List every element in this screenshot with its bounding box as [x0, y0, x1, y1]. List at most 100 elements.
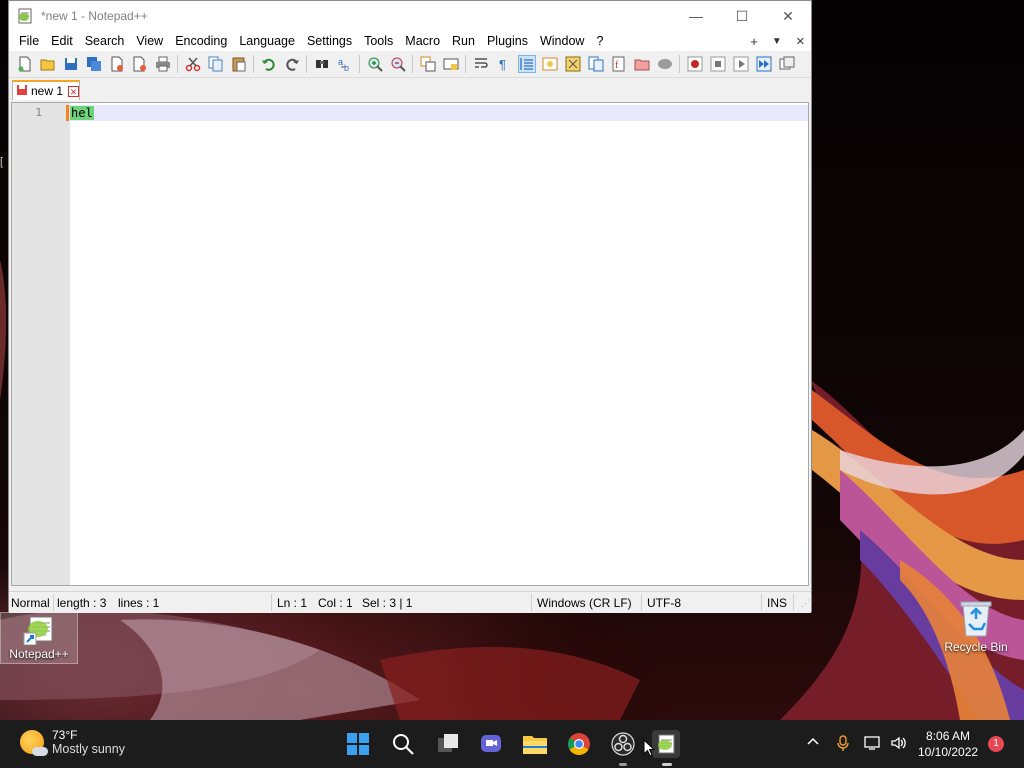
window-title: *new 1 - Notepad++ — [41, 9, 148, 23]
clock-time: 8:06 AM — [926, 729, 971, 743]
menu-tools[interactable]: Tools — [358, 34, 399, 48]
menu-encoding[interactable]: Encoding — [169, 34, 233, 48]
close-document-button[interactable]: ✕ — [796, 35, 805, 48]
tab-close-icon[interactable]: ✕ — [68, 85, 80, 97]
mouse-cursor-icon — [643, 738, 656, 760]
menu-language[interactable]: Language — [233, 34, 301, 48]
tab-label: new 1 — [31, 84, 64, 98]
status-col: Col : 1 — [318, 596, 353, 610]
file-explorer-icon[interactable] — [521, 730, 549, 758]
document-list-icon[interactable] — [587, 55, 605, 73]
status-separator — [531, 594, 532, 611]
network-icon[interactable] — [864, 735, 882, 754]
menu-edit[interactable]: Edit — [45, 34, 79, 48]
macro-save-icon[interactable] — [778, 55, 796, 73]
menu-file[interactable]: File — [13, 34, 45, 48]
show-hidden-icons-chevron-icon[interactable] — [806, 735, 820, 752]
minimize-button[interactable]: — — [673, 1, 719, 31]
sync-horizontal-icon[interactable] — [442, 55, 460, 73]
editor-text-selected[interactable]: hel — [70, 106, 94, 120]
tab-list-dropdown-button[interactable]: ▼ — [772, 36, 782, 47]
recycle-bin-icon — [959, 598, 993, 638]
save-all-icon[interactable] — [85, 55, 103, 73]
task-view-icon[interactable] — [434, 730, 462, 758]
folder-as-workspace-icon[interactable] — [633, 55, 651, 73]
recycle-bin-label: Recycle Bin — [944, 640, 1008, 654]
notepadpp-app-icon — [17, 8, 33, 24]
notepadpp-taskbar-icon[interactable] — [652, 730, 680, 758]
notepadpp-shortcut-label: Notepad++ — [9, 647, 69, 661]
print-icon[interactable] — [154, 55, 172, 73]
obs-running-indicator — [619, 763, 627, 766]
menu-settings[interactable]: Settings — [301, 34, 358, 48]
tab-new-1[interactable]: new 1 ✕ — [12, 80, 80, 100]
weather-widget[interactable]: 73°F Mostly sunny — [20, 728, 125, 756]
status-eol: Windows (CR LF) — [537, 596, 632, 610]
undo-icon[interactable] — [260, 55, 278, 73]
unsaved-file-icon — [16, 84, 28, 99]
notepadpp-window: *new 1 - Notepad++ — ☐ ✕ File Edit Searc… — [8, 0, 812, 613]
redo-icon[interactable] — [283, 55, 301, 73]
show-all-characters-icon[interactable]: ¶ — [495, 55, 513, 73]
menu-window[interactable]: Window — [534, 34, 590, 48]
editor-area[interactable]: 1 hel — [11, 102, 809, 586]
zoom-out-icon[interactable] — [389, 55, 407, 73]
indent-guide-icon[interactable] — [517, 55, 536, 73]
search-icon[interactable] — [389, 730, 417, 758]
close-file-icon[interactable] — [108, 55, 126, 73]
status-lines: lines : 1 — [118, 596, 160, 610]
toolbar-separator — [359, 55, 360, 73]
function-list-icon[interactable]: f — [610, 55, 628, 73]
menu-macro[interactable]: Macro — [399, 34, 446, 48]
maximize-button[interactable]: ☐ — [719, 1, 765, 31]
desktop-fragment: [ — [0, 156, 4, 168]
save-icon[interactable] — [62, 55, 80, 73]
replace-icon[interactable]: ab — [336, 55, 354, 73]
toolbar-separator — [253, 55, 254, 73]
menu-run[interactable]: Run — [446, 34, 481, 48]
new-file-icon[interactable] — [16, 55, 34, 73]
toolbar-separator — [679, 55, 680, 73]
resize-grip-icon[interactable]: ⋰ — [801, 598, 810, 609]
recycle-bin-shortcut[interactable]: Recycle Bin — [938, 598, 1014, 654]
teams-chat-icon[interactable] — [477, 730, 505, 758]
notepadpp-desktop-shortcut[interactable]: Notepad++ — [0, 612, 78, 664]
clock[interactable]: 8:06 AM 10/10/2022 — [918, 728, 978, 760]
chrome-icon[interactable] — [565, 730, 593, 758]
zoom-in-icon[interactable] — [366, 55, 384, 73]
open-file-icon[interactable] — [39, 55, 57, 73]
paste-icon[interactable] — [230, 55, 248, 73]
document-map-icon[interactable] — [564, 55, 582, 73]
volume-icon[interactable] — [890, 735, 908, 754]
monitoring-icon[interactable] — [656, 55, 674, 73]
title-bar[interactable]: *new 1 - Notepad++ — ☐ ✕ — [9, 1, 811, 31]
obs-studio-icon[interactable] — [609, 730, 637, 758]
tab-bar: new 1 ✕ — [9, 78, 811, 100]
line-number: 1 — [35, 106, 42, 119]
status-sel: Sel : 3 | 1 — [362, 596, 413, 610]
copy-icon[interactable] — [207, 55, 225, 73]
user-defined-language-icon[interactable] — [541, 55, 559, 73]
macro-play-icon[interactable] — [732, 55, 750, 73]
menu-bar: File Edit Search View Encoding Language … — [9, 31, 811, 51]
word-wrap-icon[interactable] — [472, 55, 490, 73]
microphone-icon[interactable] — [836, 735, 850, 754]
start-icon[interactable] — [344, 730, 372, 758]
close-button[interactable]: ✕ — [765, 1, 811, 31]
macro-stop-icon[interactable] — [709, 55, 727, 73]
find-icon[interactable] — [313, 55, 331, 73]
toolbar-separator — [465, 55, 466, 73]
menu-plugins[interactable]: Plugins — [481, 34, 534, 48]
menu-help[interactable]: ? — [590, 34, 609, 48]
menu-view[interactable]: View — [130, 34, 169, 48]
weather-temperature: 73°F — [52, 728, 78, 742]
add-tab-button[interactable]: + — [750, 34, 758, 49]
cut-icon[interactable] — [184, 55, 202, 73]
sync-vertical-icon[interactable] — [419, 55, 437, 73]
status-separator — [641, 594, 642, 611]
menu-search[interactable]: Search — [79, 34, 131, 48]
macro-run-multiple-icon[interactable] — [755, 55, 773, 73]
close-all-icon[interactable] — [131, 55, 149, 73]
macro-record-icon[interactable] — [686, 55, 704, 73]
notification-badge[interactable]: 1 — [988, 736, 1004, 752]
